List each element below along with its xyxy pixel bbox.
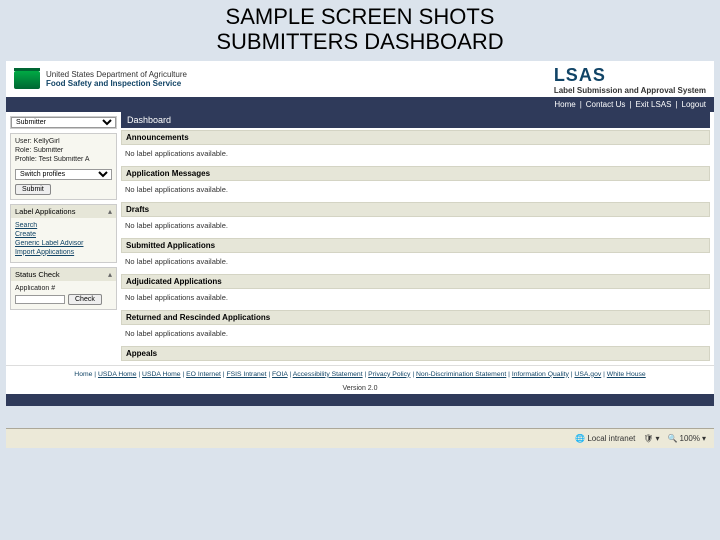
section-appeals: Appeals bbox=[121, 346, 710, 361]
footer-link[interactable]: FOIA bbox=[272, 371, 288, 378]
brand-block: LSAS Label Submission and Approval Syste… bbox=[554, 65, 706, 95]
protected-mode: 🛡 ▾ bbox=[643, 434, 659, 443]
footer-link[interactable]: Information Quality bbox=[512, 371, 569, 378]
app-frame: United States Department of Agriculture … bbox=[6, 61, 714, 407]
section-messages: Application Messages bbox=[121, 166, 710, 181]
dashboard-title: Dashboard bbox=[121, 112, 710, 128]
appnum-input[interactable] bbox=[15, 295, 65, 304]
profile-line: Profile: Test Submitter A bbox=[15, 156, 112, 163]
sidebar: Submitter User: KellyGirl Role: Submitte… bbox=[6, 112, 121, 365]
footer-link[interactable]: Privacy Policy bbox=[368, 371, 410, 378]
role-line: Role: Submitter bbox=[15, 147, 112, 154]
version-text: Version 2.0 bbox=[6, 383, 714, 394]
section-returned-body: No label applications available. bbox=[121, 325, 710, 346]
role-select[interactable]: Submitter bbox=[11, 117, 116, 128]
sidebar-link-search[interactable]: Search bbox=[15, 222, 112, 229]
globe-icon: 🌐 bbox=[575, 434, 585, 443]
nav-exit[interactable]: Exit LSAS bbox=[635, 100, 671, 109]
nav-home[interactable]: Home bbox=[554, 100, 575, 109]
section-returned: Returned and Rescinded Applications bbox=[121, 310, 710, 325]
nav-logout[interactable]: Logout bbox=[682, 100, 706, 109]
label-apps-header[interactable]: Label Applications ▴ bbox=[11, 205, 116, 218]
appnum-label: Application # bbox=[15, 285, 112, 292]
user-line: User: KellyGirl bbox=[15, 138, 112, 145]
footer-link[interactable]: USA.gov bbox=[574, 371, 601, 378]
intranet-indicator: 🌐 Local intranet bbox=[575, 434, 635, 443]
logo-block: United States Department of Agriculture … bbox=[14, 71, 187, 89]
sidebar-link-advisor[interactable]: Generic Label Advisor bbox=[15, 240, 112, 247]
footer-link[interactable]: Accessibility Statement bbox=[293, 371, 363, 378]
browser-statusbar: 🌐 Local intranet 🛡 ▾ 🔍 100% ▾ bbox=[6, 428, 714, 448]
app-header: United States Department of Agriculture … bbox=[6, 61, 714, 97]
nav-contact[interactable]: Contact Us bbox=[586, 100, 626, 109]
section-adjudicated: Adjudicated Applications bbox=[121, 274, 710, 289]
agency-text: United States Department of Agriculture … bbox=[46, 71, 187, 89]
content-area: Dashboard Announcements No label applica… bbox=[121, 112, 714, 365]
sidebar-link-create[interactable]: Create bbox=[15, 231, 112, 238]
section-messages-body: No label applications available. bbox=[121, 181, 710, 202]
switch-profile-select[interactable]: Switch profiles bbox=[15, 169, 112, 180]
footer-link[interactable]: Non-Discrimination Statement bbox=[416, 371, 506, 378]
footer-links: Home | USDA Home | USDA Home | EO Intern… bbox=[6, 365, 714, 384]
section-drafts: Drafts bbox=[121, 202, 710, 217]
chevron-up-icon: ▴ bbox=[108, 207, 112, 216]
section-submitted: Submitted Applications bbox=[121, 238, 710, 253]
slide-title: SAMPLE SCREEN SHOTS SUBMITTERS DASHBOARD bbox=[6, 4, 714, 55]
status-check-header[interactable]: Status Check ▴ bbox=[11, 268, 116, 281]
section-drafts-body: No label applications available. bbox=[121, 217, 710, 238]
zoom-icon: 🔍 bbox=[668, 434, 678, 443]
footer-link[interactable]: White House bbox=[607, 371, 646, 378]
footer-link[interactable]: FSIS Intranet bbox=[226, 371, 266, 378]
check-button[interactable]: Check bbox=[68, 294, 102, 305]
usda-logo-icon bbox=[14, 71, 40, 89]
section-adjudicated-body: No label applications available. bbox=[121, 289, 710, 310]
shield-icon: 🛡 bbox=[643, 434, 653, 443]
zoom-control[interactable]: 🔍 100% ▾ bbox=[668, 434, 706, 443]
footer-link[interactable]: EO Internet bbox=[186, 371, 221, 378]
footer-link[interactable]: USDA Home bbox=[142, 371, 181, 378]
footer-link[interactable]: USDA Home bbox=[98, 371, 137, 378]
section-submitted-body: No label applications available. bbox=[121, 253, 710, 274]
section-announcements-body: No label applications available. bbox=[121, 145, 710, 166]
section-announcements: Announcements bbox=[121, 130, 710, 145]
chevron-up-icon: ▴ bbox=[108, 270, 112, 279]
submit-button[interactable]: Submit bbox=[15, 184, 51, 195]
sidebar-link-import[interactable]: Import Applications bbox=[15, 249, 112, 256]
top-nav: Home | Contact Us | Exit LSAS | Logout bbox=[6, 97, 714, 112]
